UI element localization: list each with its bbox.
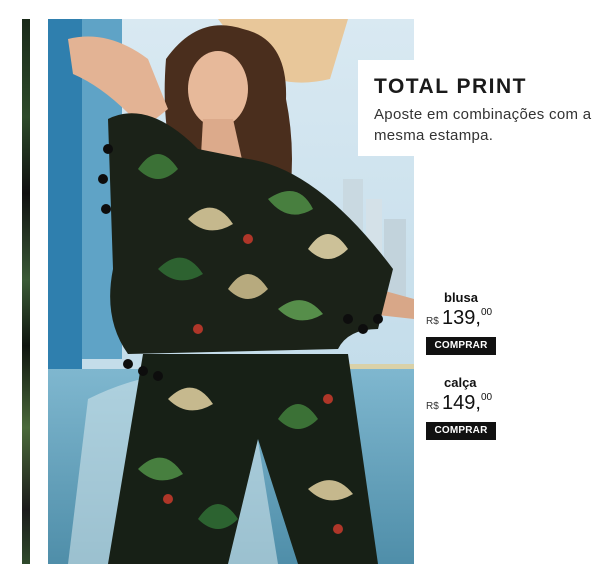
product-price: R$ 139, 00 [426, 307, 498, 331]
price-integer: 149, [442, 392, 481, 414]
price-decimal: 00 [481, 392, 493, 403]
promo-subtitle: Aposte em combinações com a mesma estamp… [374, 106, 592, 144]
product-name: calça [444, 375, 477, 390]
price-integer: 139, [442, 307, 481, 329]
adjacent-photo-strip [22, 19, 30, 564]
product-price: R$ 149, 00 [426, 392, 498, 416]
price-currency: R$ [426, 401, 439, 412]
product-calca: calça R$ 149, 00 COMPRAR [426, 376, 498, 440]
buy-button[interactable]: COMPRAR [426, 337, 496, 355]
price-currency: R$ [426, 316, 439, 327]
promo-title: TOTAL PRINT [374, 75, 527, 98]
product-name: blusa [444, 290, 478, 305]
product-blusa: blusa R$ 139, 00 COMPRAR [426, 291, 498, 355]
buy-button[interactable]: COMPRAR [426, 422, 496, 440]
promo-title-box: TOTAL PRINT Aposte em combinações com a … [358, 60, 600, 156]
price-decimal: 00 [481, 307, 493, 318]
